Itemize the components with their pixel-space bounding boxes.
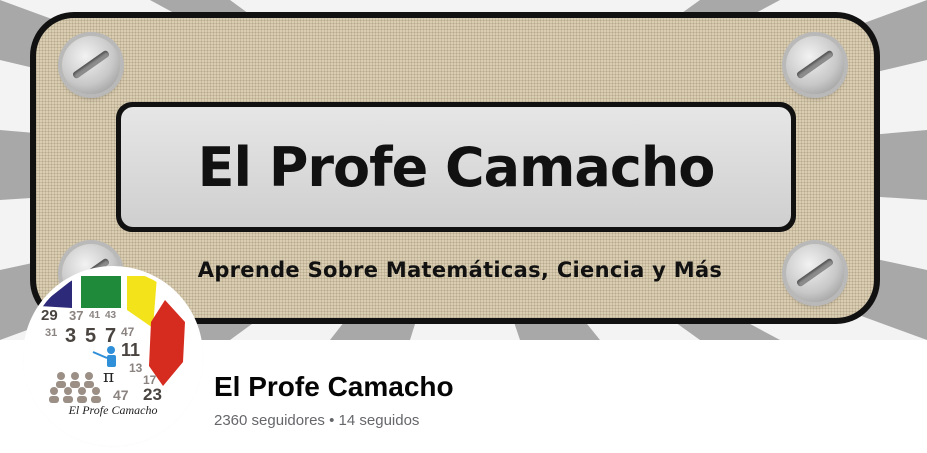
page-title[interactable]: El Profe Camacho bbox=[214, 371, 454, 403]
avatar-number: 47 bbox=[121, 325, 135, 339]
screw-icon bbox=[62, 36, 120, 94]
stats-separator: • bbox=[329, 412, 335, 429]
avatar-number: 13 bbox=[129, 361, 143, 375]
avatar-number: 37 bbox=[69, 308, 83, 323]
avatar-number: 3 bbox=[65, 325, 76, 347]
avatar[interactable]: 29 37 41 43 31 3 5 7 47 11 13 17 47 23 π bbox=[27, 270, 199, 442]
students-icon bbox=[49, 372, 101, 403]
avatar-number: 43 bbox=[105, 310, 117, 321]
cover-title: El Profe Camacho bbox=[197, 135, 716, 199]
avatar-caption: El Profe Camacho bbox=[68, 403, 158, 417]
teacher-icon bbox=[92, 346, 116, 367]
avatar-number: 47 bbox=[113, 387, 129, 403]
cover-tagline: Aprende Sobre Matemáticas, Ciencia y Más bbox=[197, 258, 723, 282]
avatar-number: 7 bbox=[105, 325, 116, 347]
followers-count[interactable]: 2360 seguidores bbox=[214, 412, 325, 429]
following-count[interactable]: 14 seguidos bbox=[339, 412, 420, 429]
avatar-number: 29 bbox=[41, 307, 58, 324]
cover-title-box: El Profe Camacho bbox=[116, 102, 796, 232]
avatar-number: 5 bbox=[85, 325, 96, 347]
avatar-number: 31 bbox=[45, 327, 57, 339]
screw-icon bbox=[786, 36, 844, 94]
avatar-number: 11 bbox=[121, 340, 140, 360]
follow-stats: 2360 seguidores • 14 seguidos bbox=[214, 412, 419, 429]
avatar-number: 23 bbox=[143, 385, 162, 404]
pi-symbol: π bbox=[103, 367, 114, 387]
avatar-number: 41 bbox=[89, 310, 101, 321]
